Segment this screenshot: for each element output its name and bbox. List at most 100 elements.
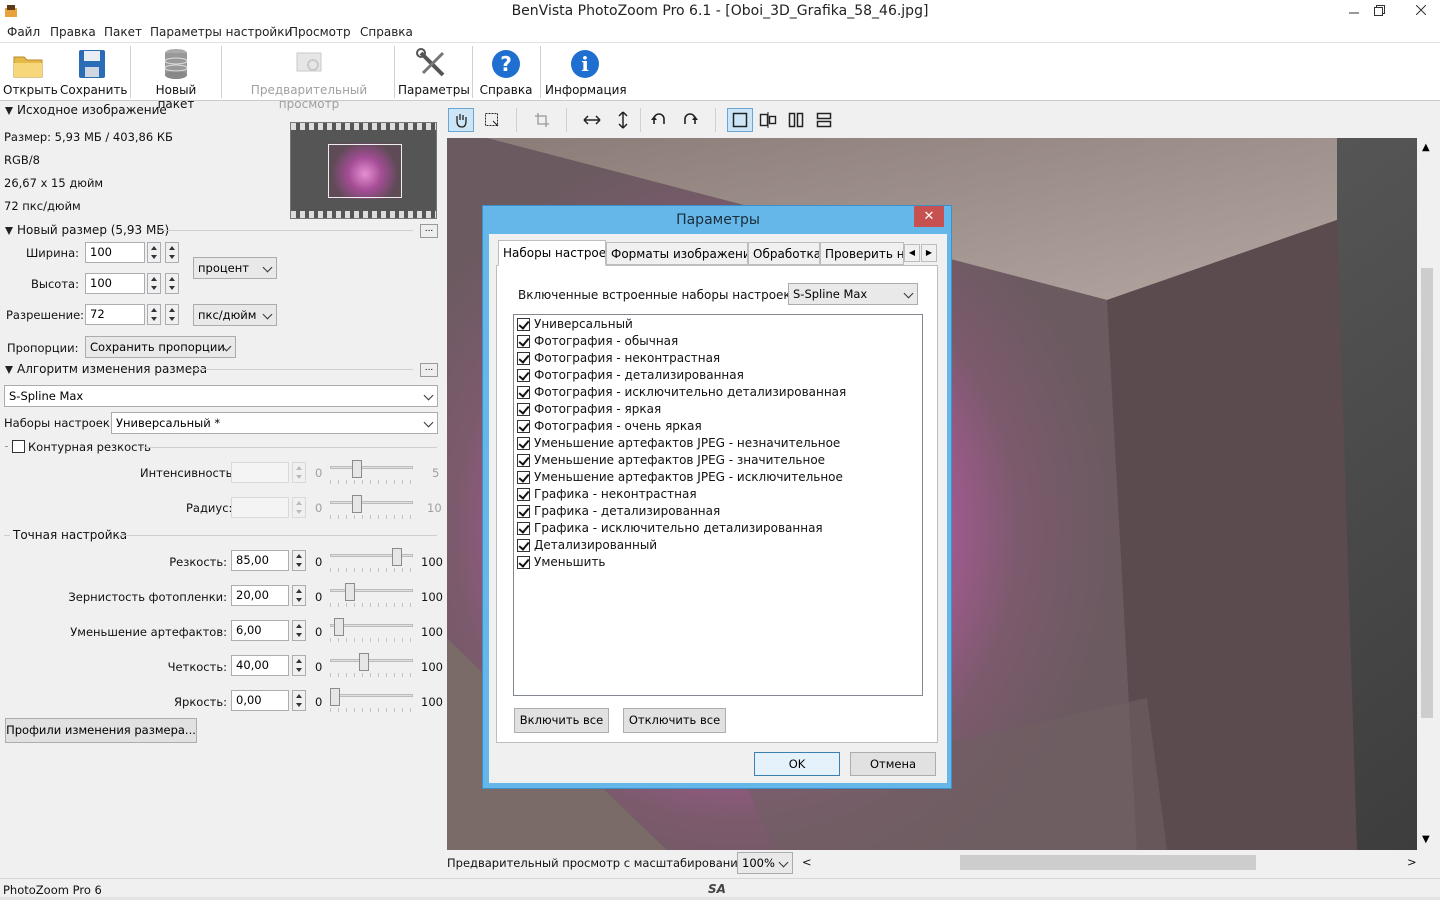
film-grain-input[interactable]: 20,00 [231, 585, 289, 606]
minimize-button[interactable] [1340, 0, 1368, 20]
menu-file[interactable]: Файл [7, 25, 40, 39]
tab-check[interactable]: Проверить на [820, 242, 904, 265]
preset-list-item[interactable]: Фотография - очень яркая [517, 419, 917, 436]
horizontal-scroll-thumb[interactable] [960, 855, 1256, 870]
sharpness-input[interactable]: 85,00 [231, 550, 289, 571]
preset-list-item[interactable]: Уменьшение артефактов JPEG - исключитель… [517, 470, 917, 487]
preset-checkbox[interactable] [517, 369, 530, 382]
scroll-left-arrow-icon[interactable]: < [802, 855, 812, 869]
close-window-button[interactable] [1403, 0, 1439, 20]
settings-button[interactable]: Параметры [398, 45, 470, 99]
side-by-side-button[interactable] [783, 108, 809, 132]
restore-button[interactable] [1365, 0, 1393, 20]
preset-checkbox[interactable] [517, 437, 530, 450]
brightness-spinner[interactable] [292, 690, 306, 711]
resolution-link-toggle[interactable] [165, 304, 179, 325]
preset-list-item[interactable]: Уменьшение артефактов JPEG - незначитель… [517, 436, 917, 453]
algorithm-header[interactable]: Алгоритм изменения размера [5, 362, 207, 376]
clarity-input[interactable]: 40,00 [231, 655, 289, 676]
proportions-select[interactable]: Сохранить пропорции [85, 336, 236, 358]
menu-batch[interactable]: Пакет [104, 25, 142, 39]
new-size-more-button[interactable]: ... [420, 224, 438, 238]
brightness-input[interactable]: 0,00 [231, 690, 289, 711]
menu-edit[interactable]: Правка [50, 25, 96, 39]
preset-checkbox[interactable] [517, 522, 530, 535]
preset-list-item[interactable]: Фотография - неконтрастная [517, 351, 917, 368]
resolution-spinner[interactable] [147, 304, 161, 325]
ok-button[interactable]: OK [754, 752, 840, 776]
open-button[interactable]: Открыть [3, 45, 58, 99]
artifact-reduction-input[interactable]: 6,00 [231, 620, 289, 641]
split-view-button[interactable] [755, 108, 781, 132]
preset-checkbox[interactable] [517, 539, 530, 552]
intensity-input[interactable] [231, 462, 289, 483]
vertical-scroll-thumb[interactable] [1421, 268, 1433, 718]
tab-scroll-right-icon[interactable]: ▶ [921, 244, 937, 262]
preset-checkbox[interactable] [517, 352, 530, 365]
resolution-unit-select[interactable]: пкс/дюйм [193, 304, 277, 326]
preset-list-item[interactable]: Уменьшить [517, 555, 917, 572]
sharpness-spinner[interactable] [292, 550, 306, 571]
slider-thumb[interactable] [359, 653, 369, 671]
enable-all-button[interactable]: Включить все [514, 708, 609, 733]
select-tool-button[interactable] [479, 108, 505, 132]
slider-thumb[interactable] [345, 583, 355, 601]
rotate-right-button[interactable] [677, 108, 703, 132]
resolution-input[interactable]: 72 [85, 304, 145, 325]
preset-list-item[interactable]: Фотография - исключительно детализирован… [517, 385, 917, 402]
hand-tool-button[interactable] [448, 108, 474, 132]
new-batch-button[interactable]: Новый пакет [137, 45, 215, 111]
height-spinner[interactable] [147, 273, 161, 294]
film-grain-slider[interactable] [330, 583, 413, 609]
preset-checkbox[interactable] [517, 505, 530, 518]
resize-profiles-button[interactable]: Профили изменения размера... [5, 718, 197, 743]
scroll-right-arrow-icon[interactable]: > [1407, 855, 1417, 869]
radius-spinner[interactable] [292, 497, 306, 518]
artifact-reduction-spinner[interactable] [292, 620, 306, 641]
brightness-slider[interactable] [330, 688, 413, 714]
preset-list-item[interactable]: Фотография - детализированная [517, 368, 917, 385]
cancel-button[interactable]: Отмена [850, 752, 936, 776]
preset-list-item[interactable]: Фотография - обычная [517, 334, 917, 351]
width-input[interactable]: 100 [85, 242, 145, 263]
preset-checkbox[interactable] [517, 420, 530, 433]
tab-presets[interactable]: Наборы настроек [498, 240, 606, 266]
rotate-left-button[interactable] [646, 108, 672, 132]
preset-checkbox[interactable] [517, 556, 530, 569]
preset-checkbox[interactable] [517, 471, 530, 484]
preset-list-item[interactable]: Графика - неконтрастная [517, 487, 917, 504]
tab-processing[interactable]: Обработка [748, 242, 820, 265]
preset-list-item[interactable]: Уменьшение артефактов JPEG - значительно… [517, 453, 917, 470]
preset-checkbox[interactable] [517, 386, 530, 399]
width-spinner[interactable] [147, 242, 161, 263]
source-thumbnail[interactable] [290, 122, 437, 219]
save-button[interactable]: Сохранить [60, 45, 128, 99]
tab-scroll-left-icon[interactable]: ◀ [904, 244, 920, 262]
clarity-spinner[interactable] [292, 655, 306, 676]
slider-thumb[interactable] [392, 548, 402, 566]
preset-checkbox[interactable] [517, 454, 530, 467]
intensity-spinner[interactable] [292, 462, 306, 483]
presets-for-select[interactable]: S-Spline Max [788, 283, 918, 305]
preset-list-item[interactable]: Детализированный [517, 538, 917, 555]
artifact-reduction-slider[interactable] [330, 618, 413, 644]
height-input[interactable]: 100 [85, 273, 145, 294]
vertical-scrollbar[interactable]: ▲ ▼ [1418, 138, 1436, 850]
algorithm-more-button[interactable]: ... [420, 363, 438, 377]
slider-thumb[interactable] [330, 688, 340, 706]
single-view-button[interactable] [727, 108, 753, 132]
preview-button[interactable]: Предварительный просмотр [227, 45, 391, 111]
flip-horizontal-button[interactable] [579, 108, 605, 132]
zoom-select[interactable]: 100% [737, 852, 793, 874]
menu-help[interactable]: Справка [360, 25, 413, 39]
sharpness-slider[interactable] [330, 548, 413, 574]
preset-list-item[interactable]: Фотография - яркая [517, 402, 917, 419]
radius-slider[interactable] [330, 495, 413, 521]
preset-list-item[interactable]: Универсальный [517, 317, 917, 334]
contour-sharpness-checkbox[interactable] [12, 440, 25, 453]
clarity-slider[interactable] [330, 653, 413, 679]
height-link-toggle[interactable] [165, 273, 179, 294]
intensity-slider[interactable] [330, 460, 413, 486]
film-grain-spinner[interactable] [292, 585, 306, 606]
preset-select[interactable]: Универсальный * [111, 412, 438, 434]
